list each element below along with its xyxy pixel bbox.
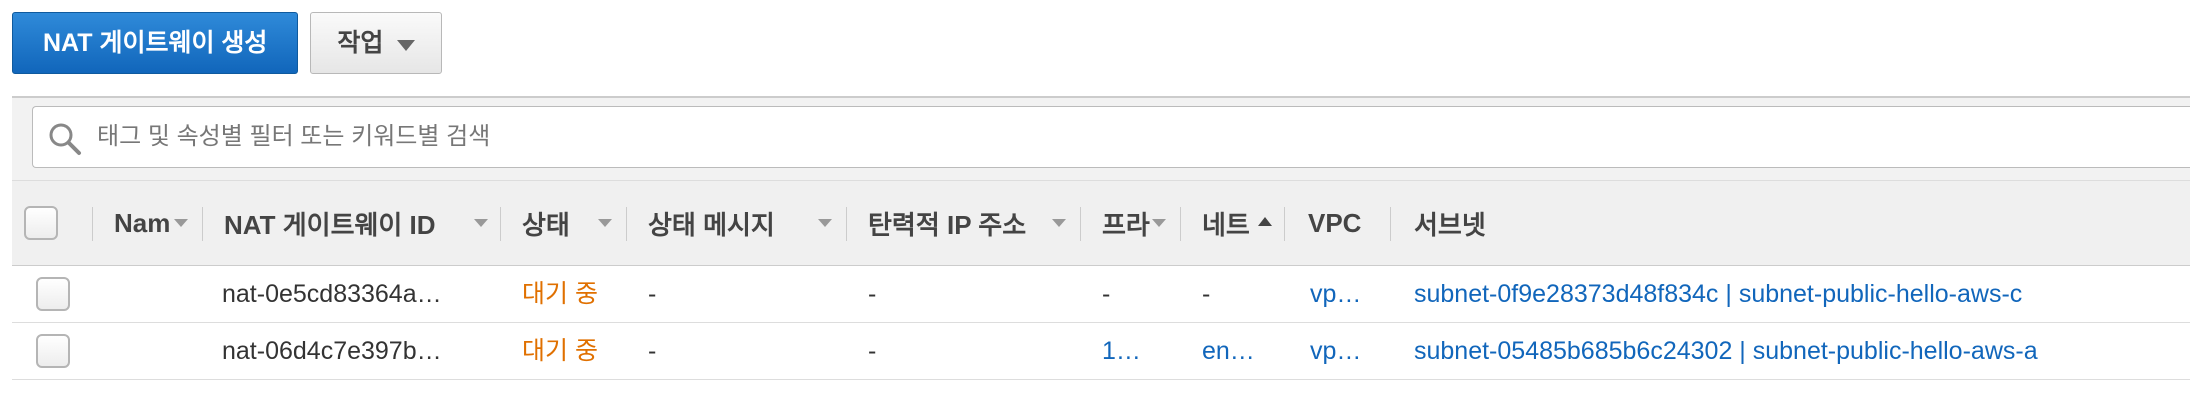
- vpc-link[interactable]: vp…: [1310, 266, 1390, 322]
- column-divider: [1390, 207, 1391, 241]
- column-header-private-ip[interactable]: 프라: [1102, 181, 1158, 265]
- column-header-elastic-ip[interactable]: 탄력적 IP 주소: [868, 181, 1064, 265]
- state-message: -: [648, 280, 657, 308]
- search-icon: [49, 123, 81, 155]
- sort-caret-icon[interactable]: [474, 219, 488, 227]
- actions-label: 작업: [337, 29, 384, 57]
- column-header-label: Nam: [114, 207, 171, 238]
- table-header: Nam NAT 게이트웨이 ID 상태 상태 메시지 탄력적 IP 주소 프라: [12, 180, 2190, 266]
- vpc-link[interactable]: vp…: [1310, 323, 1390, 379]
- column-divider: [1284, 207, 1285, 241]
- nat-gateway-table-panel: Nam NAT 게이트웨이 ID 상태 상태 메시지 탄력적 IP 주소 프라: [12, 96, 2190, 410]
- column-divider: [846, 207, 847, 241]
- elastic-ip: -: [868, 337, 877, 365]
- private-ip-link[interactable]: 1…: [1102, 323, 1172, 379]
- actions-dropdown-button[interactable]: 작업: [310, 12, 443, 74]
- column-header-subnet[interactable]: 서브넷: [1414, 181, 1614, 265]
- network-interface: -: [1202, 280, 1211, 308]
- column-divider: [1080, 207, 1081, 241]
- column-divider: [92, 207, 93, 241]
- column-header-nat-gateway-id[interactable]: NAT 게이트웨이 ID: [224, 181, 474, 265]
- column-header-label: 탄력적 IP 주소: [868, 209, 1027, 240]
- sort-ascending-icon[interactable]: [1258, 217, 1272, 226]
- chevron-down-icon: [397, 39, 416, 51]
- subnet-link[interactable]: subnet-05485b685b6c24302 | subnet-public…: [1414, 323, 2184, 379]
- column-header-network[interactable]: 네트: [1202, 181, 1258, 265]
- row-checkbox[interactable]: [36, 277, 70, 311]
- column-header-label: VPC: [1308, 207, 1362, 238]
- state-badge: 대기 중: [522, 280, 598, 308]
- row-checkbox[interactable]: [36, 334, 70, 368]
- create-nat-gateway-button[interactable]: NAT 게이트웨이 생성: [12, 12, 299, 74]
- sort-caret-icon[interactable]: [598, 219, 612, 227]
- column-divider: [500, 207, 501, 241]
- subnet-link[interactable]: subnet-0f9e28373d48f834c | subnet-public…: [1414, 266, 2184, 322]
- column-header-label: 프라: [1102, 209, 1150, 240]
- table-row[interactable]: nat-06d4c7e397b… 대기 중 - - 1… en… vp… sub…: [12, 323, 2190, 380]
- column-divider: [202, 207, 203, 241]
- sort-caret-icon[interactable]: [818, 219, 832, 227]
- search-input[interactable]: [91, 107, 2183, 167]
- nat-gateway-id: nat-0e5cd83364a…: [222, 280, 442, 308]
- sort-caret-icon[interactable]: [1152, 219, 1166, 227]
- private-ip: -: [1102, 280, 1111, 308]
- sort-caret-icon[interactable]: [1052, 219, 1066, 227]
- filter-box: [32, 106, 2190, 168]
- nat-gateway-id: nat-06d4c7e397b…: [222, 337, 442, 365]
- column-header-label: 서브넷: [1414, 209, 1486, 240]
- sort-caret-icon[interactable]: [174, 219, 188, 227]
- filter-bar: [12, 98, 2190, 180]
- column-header-state-message[interactable]: 상태 메시지: [648, 181, 828, 265]
- column-divider: [1180, 207, 1181, 241]
- column-header-label: 상태: [522, 209, 570, 240]
- select-all-checkbox[interactable]: [24, 206, 58, 240]
- network-interface-link[interactable]: en…: [1202, 323, 1278, 379]
- column-header-name[interactable]: Nam: [114, 181, 176, 265]
- toolbar: NAT 게이트웨이 생성 작업: [12, 12, 443, 74]
- column-header-label: 상태 메시지: [648, 209, 775, 240]
- column-header-state[interactable]: 상태: [522, 181, 602, 265]
- table-row[interactable]: nat-0e5cd83364a… 대기 중 - - - - vp… subnet…: [12, 266, 2190, 323]
- state-message: -: [648, 337, 657, 365]
- column-header-label: 네트: [1202, 209, 1250, 240]
- column-header-vpc[interactable]: VPC: [1308, 181, 1384, 265]
- column-divider: [626, 207, 627, 241]
- state-badge: 대기 중: [522, 337, 598, 365]
- elastic-ip: -: [868, 280, 877, 308]
- column-header-label: NAT 게이트웨이 ID: [224, 209, 436, 240]
